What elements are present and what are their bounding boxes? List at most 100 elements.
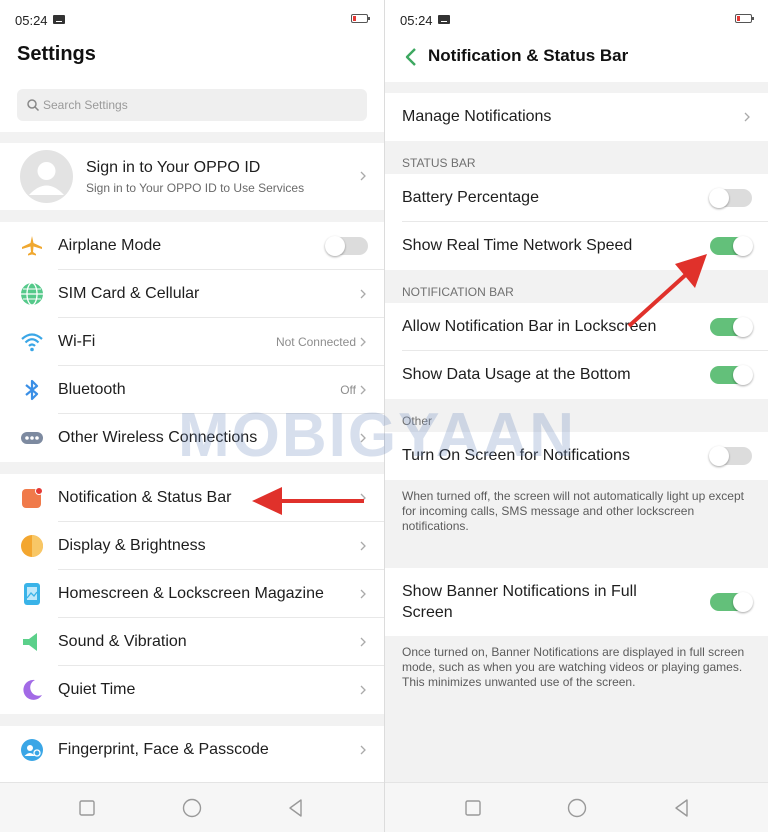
more-dots-icon bbox=[21, 432, 43, 444]
row-label: Display & Brightness bbox=[58, 537, 206, 554]
wifi-row[interactable]: Wi-Fi Not Connected bbox=[0, 318, 384, 366]
sim-card-row[interactable]: SIM Card & Cellular bbox=[0, 270, 384, 318]
display-group: Notification & Status Bar Display & Brig… bbox=[0, 474, 384, 714]
row-label: Notification & Status Bar bbox=[58, 489, 232, 506]
battery-percentage-toggle[interactable] bbox=[709, 188, 752, 208]
row-label: Allow Notification Bar in Lockscreen bbox=[402, 318, 657, 335]
section-header: STATUS BAR bbox=[402, 156, 476, 170]
chevron-right-icon bbox=[360, 337, 366, 347]
chevron-right-icon bbox=[360, 637, 366, 647]
search-input[interactable]: Search Settings bbox=[17, 89, 367, 121]
chevron-right-icon bbox=[360, 385, 366, 395]
toggle-knob bbox=[733, 317, 753, 337]
row-label: Manage Notifications bbox=[402, 108, 552, 125]
search-placeholder: Search Settings bbox=[43, 98, 128, 112]
fingerprint-face-row[interactable]: Fingerprint, Face & Passcode bbox=[0, 726, 384, 774]
face-lock-icon bbox=[21, 739, 43, 761]
avatar-icon bbox=[20, 150, 73, 203]
back-nav-icon[interactable] bbox=[285, 797, 307, 819]
chevron-right-icon bbox=[360, 589, 366, 599]
battery-percentage-row[interactable]: Battery Percentage bbox=[385, 174, 768, 222]
airplane-icon bbox=[22, 236, 42, 256]
banner-notifications-toggle[interactable] bbox=[710, 592, 753, 612]
row-label-line2: Screen bbox=[402, 604, 453, 621]
manage-notifications-card: Manage Notifications bbox=[385, 93, 768, 141]
row-label: Airplane Mode bbox=[58, 237, 162, 254]
screen-on-description: When turned off, the screen will not aut… bbox=[402, 489, 744, 533]
sound-vibration-row[interactable]: Sound & Vibration bbox=[0, 618, 384, 666]
row-label: Battery Percentage bbox=[402, 189, 539, 206]
homescreen-magazine-row[interactable]: Homescreen & Lockscreen Magazine bbox=[0, 570, 384, 618]
toggle-knob bbox=[709, 188, 729, 208]
navigation-bar bbox=[0, 782, 384, 832]
navigation-bar bbox=[385, 782, 768, 832]
recents-icon[interactable] bbox=[462, 797, 484, 819]
search-icon bbox=[27, 99, 40, 112]
chevron-right-icon bbox=[360, 745, 366, 755]
notification-bar-group: Allow Notification Bar in Lockscreen Sho… bbox=[385, 303, 768, 399]
back-arrow-icon[interactable] bbox=[401, 46, 423, 68]
back-nav-icon[interactable] bbox=[671, 797, 693, 819]
status-time: 05:24 bbox=[400, 13, 433, 28]
network-speed-toggle[interactable] bbox=[710, 236, 753, 256]
wifi-status-value: Not Connected bbox=[275, 335, 356, 349]
chevron-right-icon bbox=[360, 289, 366, 299]
banner-notifications-row[interactable]: Show Banner Notifications in Full Screen bbox=[385, 568, 768, 636]
globe-icon bbox=[21, 282, 43, 306]
watermark: MOBIGYAAN bbox=[178, 401, 577, 470]
chevron-right-icon bbox=[360, 493, 366, 503]
row-label: Bluetooth bbox=[58, 381, 126, 398]
brightness-icon bbox=[21, 535, 43, 557]
chevron-right-icon bbox=[744, 112, 750, 122]
airplane-mode-toggle[interactable] bbox=[325, 236, 368, 256]
lockscreen-notification-bar-row[interactable]: Allow Notification Bar in Lockscreen bbox=[385, 303, 768, 351]
section-header: NOTIFICATION BAR bbox=[402, 285, 514, 299]
status-time: 05:24 bbox=[15, 13, 48, 28]
row-label: Sound & Vibration bbox=[58, 633, 187, 650]
security-group: Fingerprint, Face & Passcode bbox=[0, 726, 384, 782]
account-subtitle: Sign in to Your OPPO ID to Use Services bbox=[86, 181, 305, 195]
bluetooth-icon bbox=[25, 379, 39, 401]
header: Settings bbox=[0, 40, 384, 82]
display-brightness-row[interactable]: Display & Brightness bbox=[0, 522, 384, 570]
notification-icon bbox=[22, 487, 43, 508]
page-title: Notification & Status Bar bbox=[428, 46, 629, 65]
search-area: Search Settings bbox=[0, 82, 384, 132]
data-usage-row[interactable]: Show Data Usage at the Bottom bbox=[385, 351, 768, 399]
status-bar: 05:24 bbox=[0, 0, 384, 40]
account-row[interactable]: Sign in to Your OPPO ID Sign in to Your … bbox=[0, 143, 384, 210]
row-label: Homescreen & Lockscreen Magazine bbox=[58, 585, 324, 602]
toggle-knob bbox=[733, 365, 753, 385]
toggle-knob bbox=[733, 592, 753, 612]
wifi-icon bbox=[21, 333, 43, 352]
row-label: Show Data Usage at the Bottom bbox=[402, 366, 631, 383]
recents-icon[interactable] bbox=[76, 797, 98, 819]
network-speed-row[interactable]: Show Real Time Network Speed bbox=[385, 222, 768, 270]
home-icon[interactable] bbox=[181, 797, 203, 819]
row-label: Show Real Time Network Speed bbox=[402, 237, 633, 254]
row-label: Wi-Fi bbox=[58, 333, 96, 350]
home-icon[interactable] bbox=[566, 797, 588, 819]
toggle-knob bbox=[709, 446, 729, 466]
manage-notifications-row[interactable]: Manage Notifications bbox=[385, 93, 768, 141]
data-usage-toggle[interactable] bbox=[710, 365, 753, 385]
banner-description: Once turned on, Banner Notifications are… bbox=[402, 645, 745, 689]
notification-status-bar-row[interactable]: Notification & Status Bar bbox=[0, 474, 384, 522]
row-label: Quiet Time bbox=[58, 681, 136, 698]
banner-group: Show Banner Notifications in Full Screen bbox=[385, 568, 768, 636]
lockscreen-notification-bar-toggle[interactable] bbox=[710, 317, 753, 337]
row-label: SIM Card & Cellular bbox=[58, 285, 200, 302]
message-icon bbox=[438, 15, 450, 24]
chevron-right-icon bbox=[360, 541, 366, 551]
picture-icon bbox=[24, 583, 40, 605]
row-label: Fingerprint, Face & Passcode bbox=[58, 741, 269, 758]
toggle-knob bbox=[325, 236, 345, 256]
chevron-right-icon bbox=[360, 171, 366, 181]
header: Notification & Status Bar bbox=[385, 40, 768, 82]
airplane-mode-row[interactable]: Airplane Mode bbox=[0, 222, 384, 270]
message-icon bbox=[53, 15, 65, 24]
quiet-time-row[interactable]: Quiet Time bbox=[0, 666, 384, 714]
status-bar-group: Battery Percentage Show Real Time Networ… bbox=[385, 174, 768, 270]
row-label-line1: Show Banner Notifications in Full bbox=[402, 583, 637, 600]
screen-on-notifications-toggle[interactable] bbox=[709, 446, 752, 466]
